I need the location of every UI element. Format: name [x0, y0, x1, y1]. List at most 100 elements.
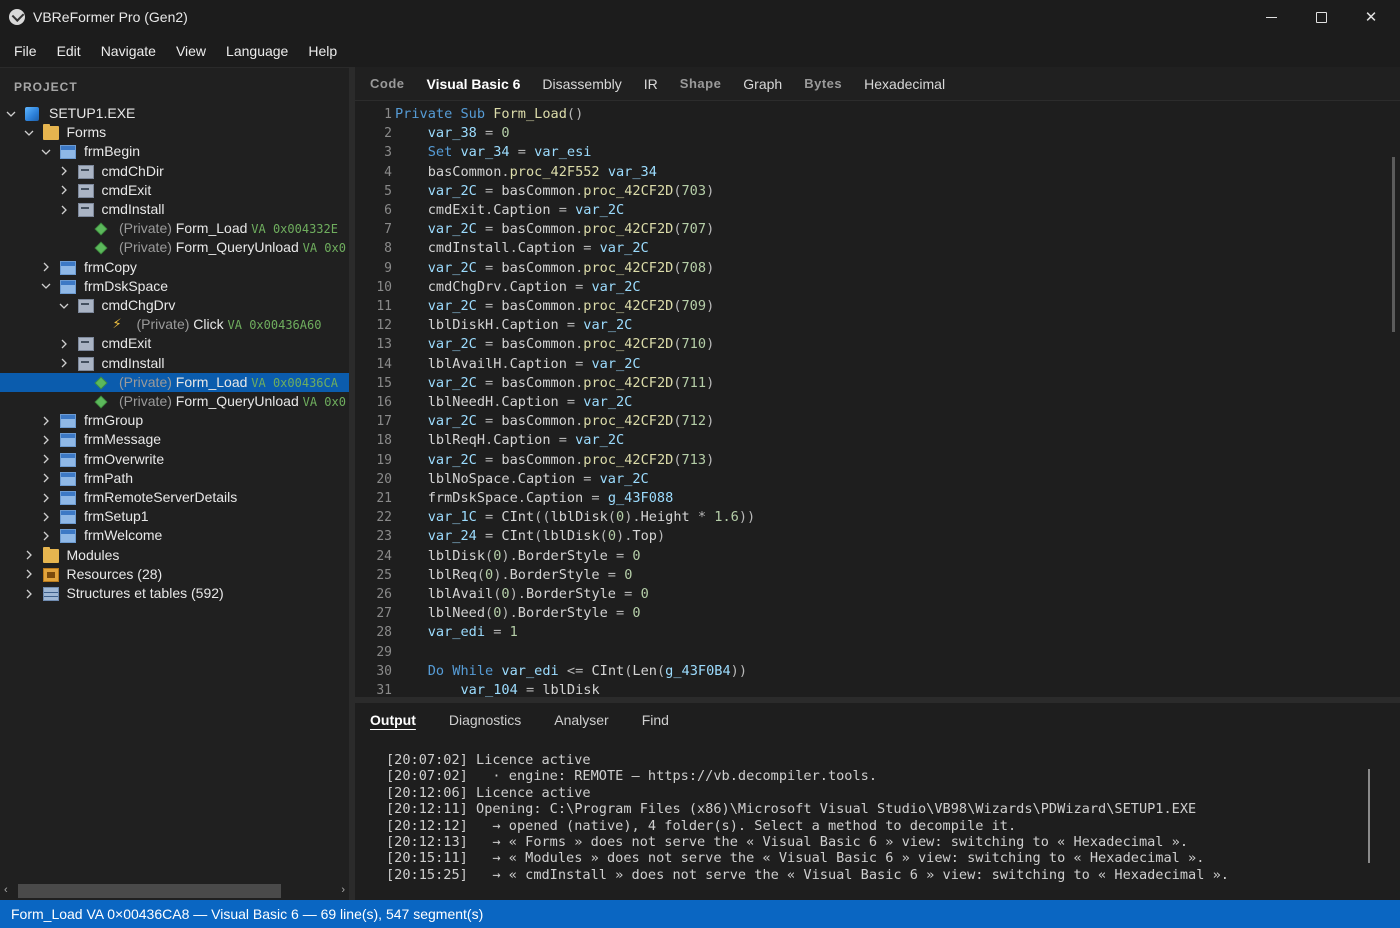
- tree-node[interactable]: cmdInstall: [0, 354, 349, 373]
- code-line[interactable]: basCommon.proc_42F552 var_34: [395, 163, 657, 182]
- chevron-right-icon[interactable]: [40, 469, 52, 488]
- code-line[interactable]: var_2C = basCommon.proc_42CF2D(707): [395, 220, 715, 239]
- tree-node[interactable]: frmMessage: [0, 430, 349, 449]
- code-line[interactable]: var_edi = 1: [395, 623, 518, 642]
- tab-output[interactable]: Output: [370, 712, 416, 728]
- tree-node[interactable]: (Private) Form_Load VA 0x004332E: [0, 219, 349, 238]
- tree-node[interactable]: frmOverwrite: [0, 450, 349, 469]
- code-line[interactable]: Private Sub Form_Load(): [395, 105, 583, 124]
- chevron-down-icon[interactable]: [40, 277, 52, 296]
- chevron-right-icon[interactable]: [58, 162, 70, 181]
- tree-node[interactable]: frmSetup1: [0, 507, 349, 526]
- scroll-left-icon[interactable]: ‹: [4, 884, 8, 896]
- code-line[interactable]: lblReq(0).BorderStyle = 0: [395, 566, 633, 585]
- chevron-right-icon[interactable]: [40, 430, 52, 449]
- code-line[interactable]: var_2C = basCommon.proc_42CF2D(713): [395, 451, 715, 470]
- horizontal-scrollbar[interactable]: ‹ ›: [0, 881, 349, 901]
- code-line[interactable]: var_2C = basCommon.proc_42CF2D(709): [395, 297, 715, 316]
- code-line[interactable]: frmDskSpace.Caption = g_43F088: [395, 489, 674, 508]
- code-line[interactable]: cmdInstall.Caption = var_2C: [395, 239, 649, 258]
- chevron-right-icon[interactable]: [58, 181, 70, 200]
- chevron-down-icon[interactable]: [40, 142, 52, 161]
- chevron-right-icon[interactable]: [40, 450, 52, 469]
- code-line[interactable]: cmdChgDrv.Caption = var_2C: [395, 278, 641, 297]
- tree-node[interactable]: cmdExit: [0, 334, 349, 353]
- code-line[interactable]: lblDisk(0).BorderStyle = 0: [395, 547, 641, 566]
- code-line[interactable]: var_1C = CInt((lblDisk(0).Height * 1.6)): [395, 508, 755, 527]
- menu-help[interactable]: Help: [298, 43, 347, 59]
- code-line[interactable]: lblAvail(0).BorderStyle = 0: [395, 585, 649, 604]
- tree-node[interactable]: frmGroup: [0, 411, 349, 430]
- chevron-down-icon[interactable]: [23, 123, 35, 142]
- code-line[interactable]: var_2C = basCommon.proc_42CF2D(711): [395, 374, 715, 393]
- scrollbar-thumb[interactable]: [18, 884, 281, 898]
- chevron-down-icon[interactable]: [5, 104, 17, 123]
- menu-edit[interactable]: Edit: [47, 43, 91, 59]
- maximize-button[interactable]: [1296, 0, 1346, 34]
- code-line[interactable]: Do While var_edi <= CInt(Len(g_43F0B4)): [395, 662, 747, 681]
- chevron-right-icon[interactable]: [23, 584, 35, 603]
- tree-node[interactable]: frmCopy: [0, 258, 349, 277]
- chevron-right-icon[interactable]: [23, 565, 35, 584]
- code-line[interactable]: var_24 = CInt(lblDisk(0).Top): [395, 527, 665, 546]
- tree-node[interactable]: cmdChDir: [0, 162, 349, 181]
- code-line[interactable]: var_2C = basCommon.proc_42CF2D(710): [395, 335, 715, 354]
- tree-node[interactable]: cmdExit: [0, 181, 349, 200]
- tab-disassembly[interactable]: Disassembly: [542, 76, 621, 92]
- tab-diagnostics[interactable]: Diagnostics: [449, 712, 521, 728]
- menu-language[interactable]: Language: [216, 43, 298, 59]
- tree-node[interactable]: frmWelcome: [0, 526, 349, 545]
- scroll-right-icon[interactable]: ›: [341, 884, 345, 896]
- code-line[interactable]: lblNoSpace.Caption = var_2C: [395, 470, 649, 489]
- tab-shape[interactable]: Shape: [680, 76, 722, 91]
- chevron-right-icon[interactable]: [23, 546, 35, 565]
- project-tree[interactable]: SETUP1.EXE Forms frmBegin cmdChDir cmdExit cm…: [0, 104, 349, 879]
- code-line[interactable]: var_2C = basCommon.proc_42CF2D(712): [395, 412, 715, 431]
- tree-node[interactable]: Structures et tables (592): [0, 584, 349, 603]
- vertical-scrollbar[interactable]: [1392, 157, 1395, 332]
- output-scrollbar[interactable]: [1368, 769, 1370, 863]
- tree-node[interactable]: cmdChgDrv: [0, 296, 349, 315]
- code-line[interactable]: lblNeed(0).BorderStyle = 0: [395, 604, 641, 623]
- tree-node[interactable]: frmDskSpace: [0, 277, 349, 296]
- code-line[interactable]: lblAvailH.Caption = var_2C: [395, 355, 641, 374]
- tree-node[interactable]: frmPath: [0, 469, 349, 488]
- tab-ir[interactable]: IR: [644, 76, 658, 92]
- code-line[interactable]: var_2C = basCommon.proc_42CF2D(708): [395, 259, 715, 278]
- tab-graph[interactable]: Graph: [743, 76, 782, 92]
- tree-node[interactable]: Modules: [0, 546, 349, 565]
- tree-node[interactable]: SETUP1.EXE: [0, 104, 349, 123]
- tree-node[interactable]: Forms: [0, 123, 349, 142]
- tree-node[interactable]: frmBegin: [0, 142, 349, 161]
- code-line[interactable]: cmdExit.Caption = var_2C: [395, 201, 624, 220]
- chevron-right-icon[interactable]: [40, 258, 52, 277]
- code-line[interactable]: var_2C = basCommon.proc_42CF2D(703): [395, 182, 715, 201]
- tree-node[interactable]: Resources (28): [0, 565, 349, 584]
- chevron-right-icon[interactable]: [58, 354, 70, 373]
- close-button[interactable]: ✕: [1346, 0, 1396, 34]
- code-line[interactable]: lblDiskH.Caption = var_2C: [395, 316, 633, 335]
- tree-node[interactable]: frmRemoteServerDetails: [0, 488, 349, 507]
- chevron-right-icon[interactable]: [40, 488, 52, 507]
- code-line[interactable]: var_38 = 0: [395, 124, 510, 143]
- output-log[interactable]: [20:07:02] Licence active [20:07:02] · en…: [386, 752, 1229, 883]
- tab-visual-basic-6[interactable]: Visual Basic 6: [427, 76, 521, 92]
- tab-bytes[interactable]: Bytes: [804, 76, 842, 91]
- chevron-right-icon[interactable]: [40, 507, 52, 526]
- tab-hexadecimal[interactable]: Hexadecimal: [864, 76, 945, 92]
- menu-navigate[interactable]: Navigate: [91, 43, 166, 59]
- tree-node[interactable]: ⚡ (Private) Click VA 0x00436A60: [0, 315, 349, 334]
- chevron-right-icon[interactable]: [58, 334, 70, 353]
- chevron-right-icon[interactable]: [40, 411, 52, 430]
- code-line[interactable]: lblReqH.Caption = var_2C: [395, 431, 624, 450]
- code-editor[interactable]: 1 2 3 4 5 6 7 8 9 10 11 12 13 14 15 16 17 18 19 20 21 22 23 24 2…: [355, 101, 1400, 697]
- tree-node[interactable]: cmdInstall: [0, 200, 349, 219]
- minimize-button[interactable]: [1246, 0, 1296, 34]
- code-line[interactable]: lblNeedH.Caption = var_2C: [395, 393, 633, 412]
- tab-code[interactable]: Code: [370, 76, 405, 91]
- tree-node[interactable]: (Private) Form_QueryUnload VA 0x0: [0, 392, 349, 411]
- chevron-down-icon[interactable]: [58, 296, 70, 315]
- tab-analyser[interactable]: Analyser: [554, 712, 608, 728]
- tab-find[interactable]: Find: [642, 712, 669, 728]
- tree-node[interactable]: (Private) Form_Load VA 0x00436CA: [0, 372, 349, 392]
